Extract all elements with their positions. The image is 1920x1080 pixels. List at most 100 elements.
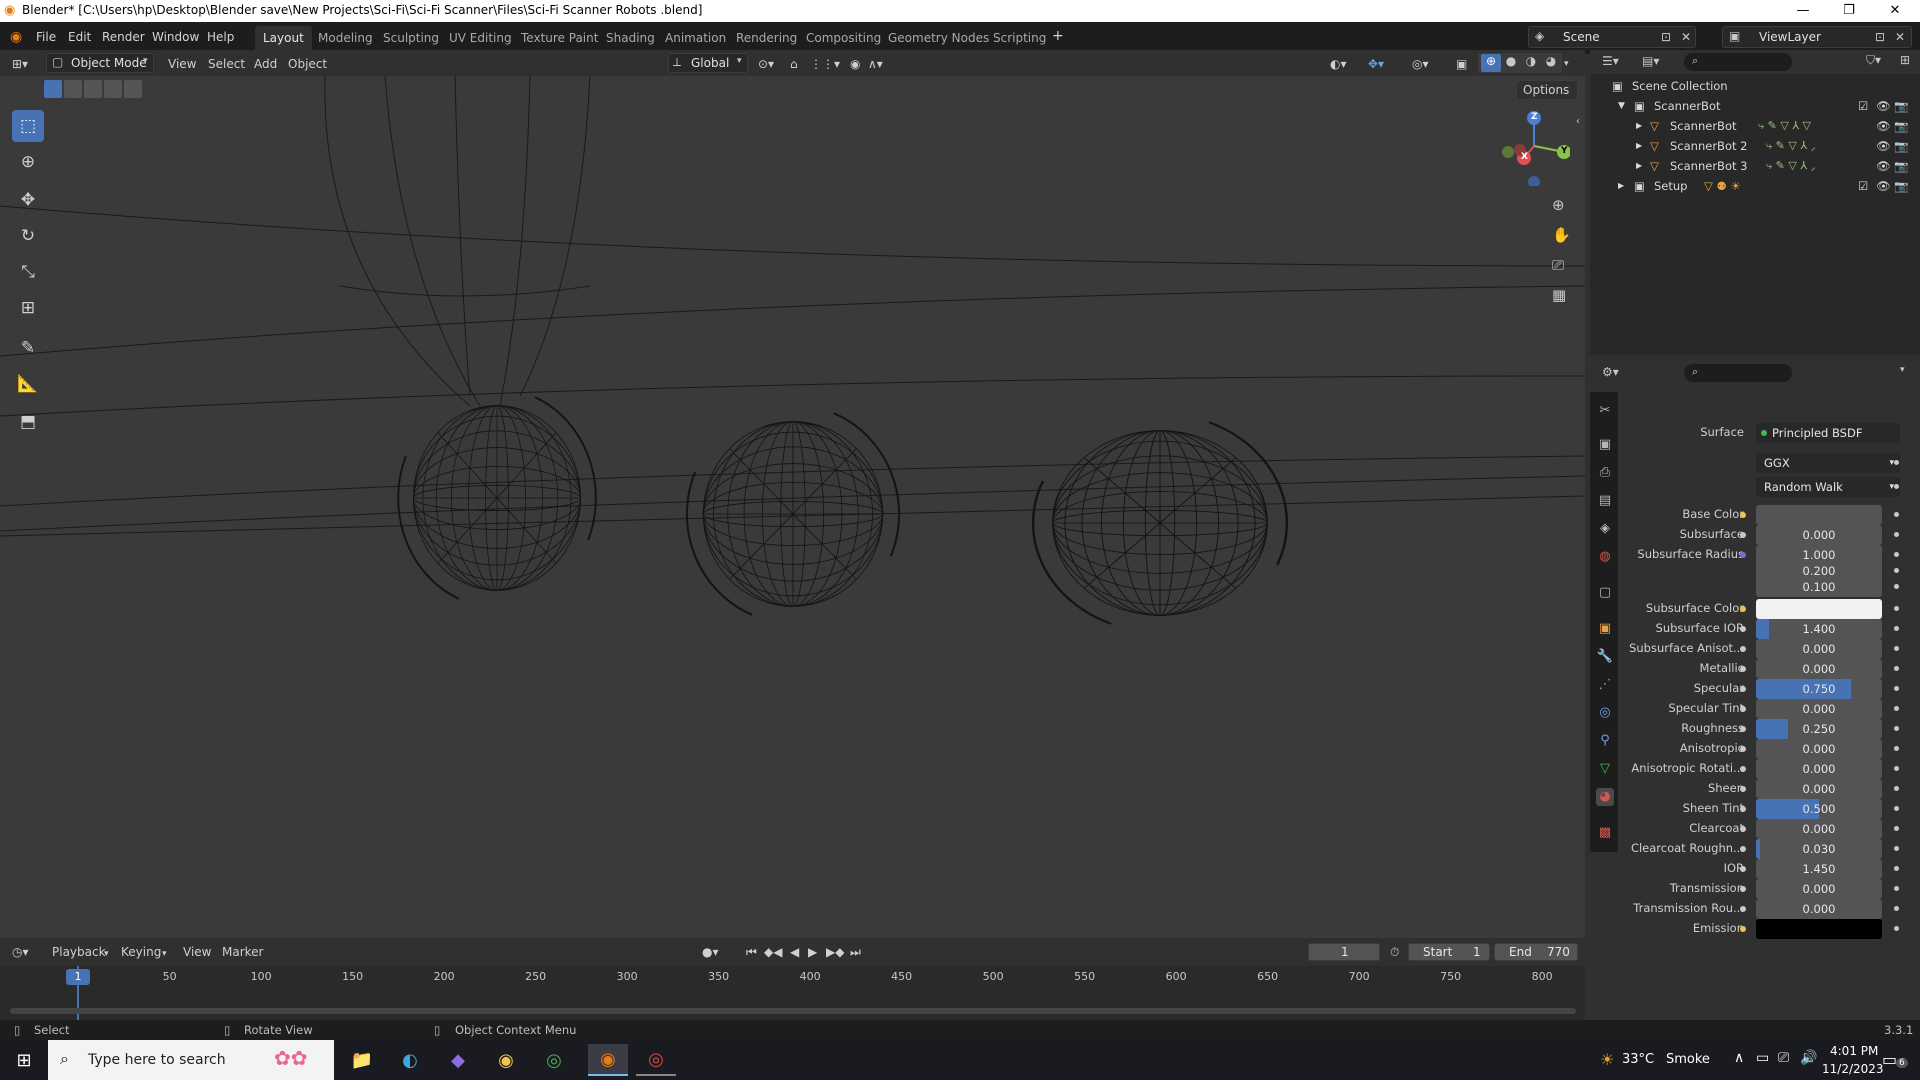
viewlayer-add-icon[interactable]: ⊡ xyxy=(1875,30,1885,44)
keyframe-dot-icon[interactable] xyxy=(1894,846,1899,851)
minimize-button[interactable]: — xyxy=(1780,0,1826,22)
falloff-icon[interactable]: ∧▾ xyxy=(868,54,883,74)
timeline-track-area[interactable]: 1501001502002503003504004505005506006507… xyxy=(0,966,1585,1020)
viewport-menu-add[interactable]: Add xyxy=(254,54,277,74)
keyframe-dot-icon[interactable] xyxy=(1894,826,1899,831)
socket-dot-icon[interactable] xyxy=(1740,726,1746,732)
outliner-scene-collection[interactable]: ▣ Scene Collection xyxy=(1590,76,1920,96)
keyframe-dot-icon[interactable] xyxy=(1894,706,1899,711)
color-swatch[interactable] xyxy=(1756,505,1882,525)
wireframe-shading-icon[interactable]: ⊕ xyxy=(1481,54,1501,72)
sidebar-toggle-icon[interactable]: ‹ xyxy=(1576,116,1580,127)
chevron-right-icon[interactable]: ▶ xyxy=(1618,176,1624,196)
keyframe-dot-icon[interactable] xyxy=(1894,484,1899,489)
timeline-menu-keying[interactable]: Keying xyxy=(121,942,161,962)
filter-icon[interactable]: ⛉▾ xyxy=(1866,53,1881,68)
keyframe-dot-icon[interactable] xyxy=(1894,906,1899,911)
pivot-point-icon[interactable]: ⊙▾ xyxy=(758,54,774,74)
prev-keyframe-icon[interactable]: ◆◀ xyxy=(764,942,782,962)
select-invert-icon[interactable] xyxy=(104,80,122,98)
property-slider[interactable]: 0.000 xyxy=(1756,779,1882,799)
viewport-menu-object[interactable]: Object xyxy=(288,54,327,74)
clock-date[interactable]: 11/2/2023 xyxy=(1822,1062,1884,1076)
eye-icon[interactable]: 👁 xyxy=(1876,116,1891,136)
property-slider[interactable]: 0.000 xyxy=(1756,639,1882,659)
current-frame-field[interactable]: 1 xyxy=(1308,943,1380,961)
tool-tab-icon[interactable]: ✂ xyxy=(1596,402,1614,420)
navigation-gizmo[interactable] xyxy=(1490,106,1570,186)
add-cube-tool-icon[interactable]: ⬒ xyxy=(12,406,44,438)
property-slider[interactable]: 0.100 xyxy=(1756,577,1882,597)
options-button[interactable]: Options xyxy=(1516,80,1578,100)
socket-dot-icon[interactable] xyxy=(1740,906,1746,912)
camera-icon[interactable]: 📷 xyxy=(1894,96,1908,116)
checkbox-icon[interactable]: ☑ xyxy=(1858,96,1868,116)
keyframe-dot-icon[interactable] xyxy=(1894,568,1899,573)
chevron-up-icon[interactable]: ∧ xyxy=(1734,1050,1744,1066)
stopwatch-icon[interactable]: ⏱ xyxy=(1390,942,1399,962)
shading-options-icon[interactable]: ▾ xyxy=(1564,54,1569,74)
blender-menu-icon[interactable]: ◉ xyxy=(10,29,22,45)
rendered-shading-icon[interactable]: ◕ xyxy=(1541,54,1561,68)
socket-dot-icon[interactable] xyxy=(1740,846,1746,852)
annotate-tool-icon[interactable]: ✎ xyxy=(12,332,44,364)
tab-uv-editing[interactable]: UV Editing xyxy=(441,26,520,50)
start-frame-field[interactable]: Start 1 xyxy=(1408,943,1490,961)
tab-scripting[interactable]: Scripting xyxy=(985,26,1054,50)
menu-file[interactable]: File xyxy=(36,30,56,44)
transform-tool-icon[interactable]: ⊞ xyxy=(12,292,44,324)
camera-icon[interactable]: 📷 xyxy=(1894,136,1908,156)
outliner-search-input[interactable]: ⌕ xyxy=(1684,53,1792,71)
keyframe-dot-icon[interactable] xyxy=(1894,606,1899,611)
property-slider[interactable]: 0.000 xyxy=(1756,879,1882,899)
camera-icon[interactable]: 📷 xyxy=(1894,156,1908,176)
menu-help[interactable]: Help xyxy=(207,30,234,44)
properties-editor-icon[interactable]: ⚙▾ xyxy=(1602,365,1619,379)
socket-dot-icon[interactable] xyxy=(1740,646,1746,652)
viewport-menu-select[interactable]: Select xyxy=(208,54,245,74)
zoom-icon[interactable]: ⊕ xyxy=(1552,196,1565,214)
play-reverse-icon[interactable]: ◀ xyxy=(790,942,799,962)
keyframe-dot-icon[interactable] xyxy=(1894,666,1899,671)
editor-type-icon[interactable]: ⊞▾ xyxy=(12,54,28,74)
outliner-item-scannerbot-2[interactable]: ▶ ▽ ScannerBot 2 ⤷ ✎ ▽ ⅄ ⸝ 👁 📷 xyxy=(1590,136,1920,156)
mode-selector[interactable]: ▢ Object Mode ▾ xyxy=(46,53,154,73)
keyframe-dot-icon[interactable] xyxy=(1894,584,1899,589)
socket-dot-icon[interactable] xyxy=(1740,532,1746,538)
overlay-toggle-icon[interactable]: ◎▾ xyxy=(1412,54,1429,74)
new-collection-icon[interactable]: ⊞ xyxy=(1900,53,1910,67)
socket-dot-icon[interactable] xyxy=(1740,606,1746,612)
socket-dot-icon[interactable] xyxy=(1740,826,1746,832)
chevron-down-icon[interactable]: ▼ xyxy=(1618,96,1625,116)
next-keyframe-icon[interactable]: ▶◆ xyxy=(826,942,844,962)
socket-dot-icon[interactable] xyxy=(1740,926,1746,932)
camera-icon[interactable]: 📷 xyxy=(1894,176,1908,196)
play-icon[interactable]: ▶ xyxy=(808,942,817,962)
socket-dot-icon[interactable] xyxy=(1740,552,1746,558)
keyframe-dot-icon[interactable] xyxy=(1894,686,1899,691)
keyframe-dot-icon[interactable] xyxy=(1894,786,1899,791)
viewlayer-selector[interactable]: ▣ ViewLayer ⊡ ✕ xyxy=(1722,26,1912,48)
menu-render[interactable]: Render xyxy=(102,30,145,44)
color-swatch[interactable] xyxy=(1756,919,1882,939)
property-slider[interactable]: 0.000 xyxy=(1756,739,1882,759)
socket-dot-icon[interactable] xyxy=(1740,806,1746,812)
outliner-item-scannerbot-3[interactable]: ▶ ▽ ScannerBot 3 ⤷ ✎ ▽ ⅄ ⸝ 👁 📷 xyxy=(1590,156,1920,176)
end-frame-field[interactable]: End 770 xyxy=(1494,943,1578,961)
jump-end-icon[interactable]: ⏭ xyxy=(850,942,861,962)
select-new-icon[interactable] xyxy=(44,80,62,98)
snap-icon[interactable]: ⌂ xyxy=(790,54,798,74)
distribution-selector[interactable]: GGX ▾ xyxy=(1756,453,1900,473)
keyframe-dot-icon[interactable] xyxy=(1894,926,1899,931)
viewlayer-remove-icon[interactable]: ✕ xyxy=(1895,30,1905,44)
object-tab-icon[interactable]: ▣ xyxy=(1596,620,1614,638)
camera-view-icon[interactable]: ⎚ xyxy=(1552,256,1564,274)
keyframe-dot-icon[interactable] xyxy=(1894,726,1899,731)
eye-icon[interactable]: 👁 xyxy=(1876,136,1891,156)
view-layer-tab-icon[interactable]: ▤ xyxy=(1596,492,1614,510)
property-slider[interactable]: 0.000 xyxy=(1756,899,1882,919)
eye-icon[interactable]: 👁 xyxy=(1876,96,1891,116)
tab-shading[interactable]: Shading xyxy=(598,26,663,50)
chrome-window-icon[interactable]: ◎ xyxy=(636,1044,676,1076)
file-explorer-icon[interactable]: 📁 xyxy=(342,1044,382,1076)
